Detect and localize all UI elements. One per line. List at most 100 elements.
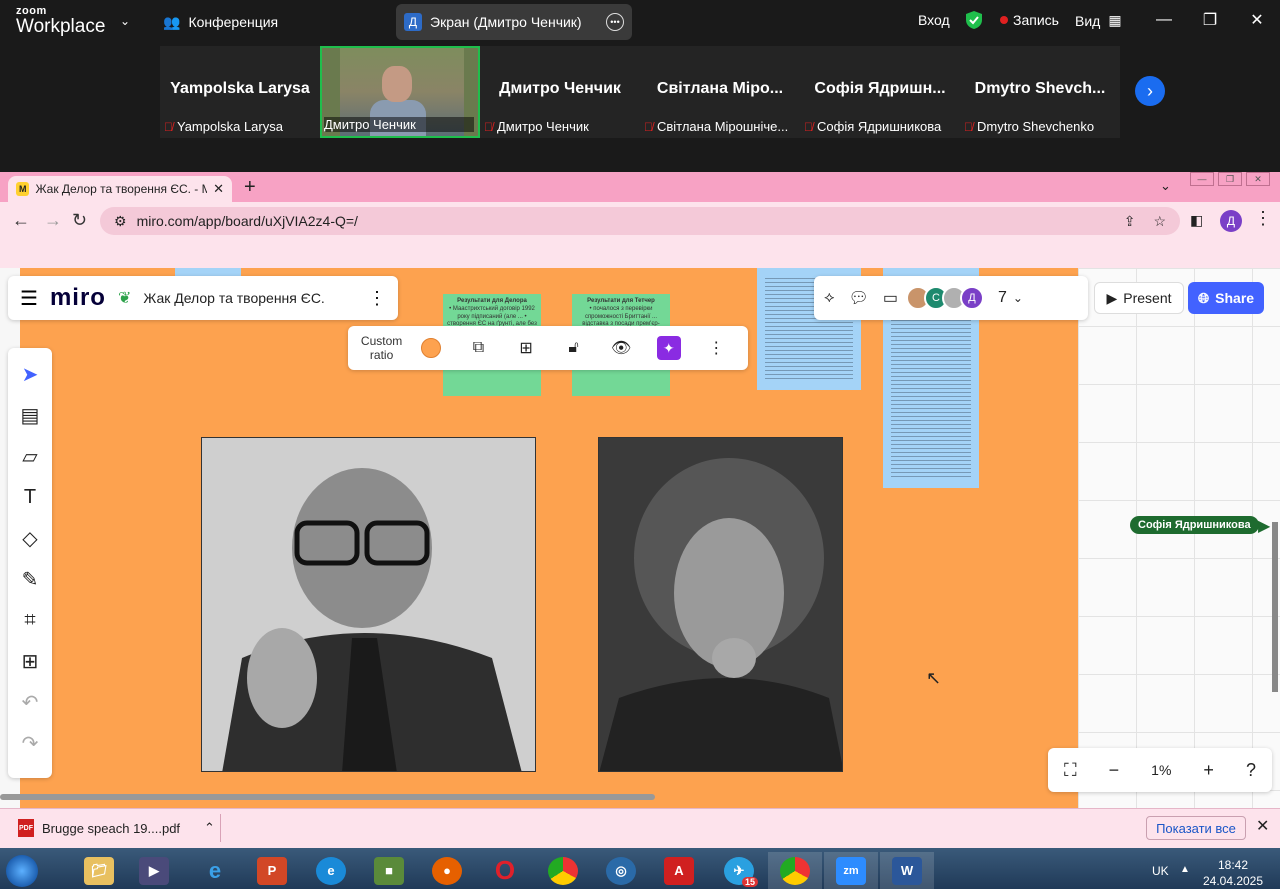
frame-template-icon[interactable]: ⊞: [502, 326, 550, 370]
next-page-arrow-icon[interactable]: ›: [1135, 76, 1165, 106]
screen-share-indicator[interactable]: Д Экран (Дмитро Ченчик) •••: [396, 4, 632, 40]
zoom-out-icon[interactable]: −: [1109, 760, 1120, 781]
chevron-up-icon[interactable]: ⌃: [204, 820, 215, 836]
select-cursor-icon[interactable]: ➤: [8, 354, 52, 395]
miro-canvas[interactable]: Результати для Делора • Маастрихтський д…: [0, 268, 1280, 808]
acrobat-reader-icon[interactable]: A: [652, 852, 706, 889]
zoom-level[interactable]: 1%: [1151, 762, 1171, 778]
chat-icon[interactable]: 💬︎: [849, 288, 869, 308]
play-icon: ▶: [1106, 289, 1118, 306]
add-more-icon[interactable]: ⊞: [8, 641, 52, 682]
powerpoint-icon[interactable]: P: [245, 852, 299, 889]
photo-margaret-thatcher[interactable]: [598, 437, 843, 772]
vertical-scrollbar[interactable]: [1272, 522, 1278, 692]
chevron-down-icon[interactable]: ⌄: [1013, 291, 1023, 305]
frame-tool-icon[interactable]: ⌗: [8, 600, 52, 641]
redo-icon[interactable]: ↷: [8, 723, 52, 764]
start-button[interactable]: [2, 852, 42, 889]
more-options-icon[interactable]: ⋮: [692, 326, 740, 370]
new-tab-icon[interactable]: +: [244, 176, 256, 199]
presentation-icon[interactable]: ⧉: [455, 326, 503, 370]
video-call-icon[interactable]: ▭: [883, 288, 898, 308]
browser-close-icon[interactable]: ✕: [1246, 172, 1270, 186]
board-menu-icon[interactable]: ⋮: [368, 288, 386, 309]
download-item[interactable]: PDF Brugge speach 19....pdf ⌃: [18, 816, 215, 840]
system-clock[interactable]: 18:42 24.04.2025: [1200, 858, 1266, 889]
close-icon[interactable]: ✕: [1256, 816, 1269, 836]
collaborator-avatars[interactable]: С Д: [906, 286, 985, 310]
visibility-eye-icon[interactable]: 👁︎: [597, 326, 645, 370]
participant-tile-active[interactable]: Дмитро Ченчик: [320, 46, 480, 138]
unlock-icon[interactable]: 🔓︎: [550, 326, 598, 370]
chrome-profile-icon[interactable]: [768, 852, 822, 889]
shapes-icon[interactable]: ◇: [8, 518, 52, 559]
reload-icon[interactable]: ↻: [72, 210, 87, 231]
sticky-note[interactable]: [175, 268, 241, 276]
language-indicator[interactable]: UK: [1152, 864, 1169, 878]
media-player-icon[interactable]: ▶: [127, 852, 181, 889]
back-arrow-icon[interactable]: ←: [12, 210, 30, 231]
aspect-ratio-button[interactable]: Custom ratio: [356, 326, 407, 370]
app-icon[interactable]: ◎: [594, 852, 648, 889]
telegram-icon[interactable]: ✈ 15: [712, 852, 766, 889]
restore-icon[interactable]: ❐: [1198, 8, 1222, 32]
zoom-in-icon[interactable]: +: [1203, 760, 1214, 781]
horizontal-scrollbar[interactable]: [0, 794, 655, 800]
fill-color-button[interactable]: [407, 326, 455, 370]
photo-jacques-delors[interactable]: [201, 437, 536, 772]
browser-menu-icon[interactable]: ⋮: [1254, 208, 1272, 229]
chevron-down-icon[interactable]: ⌄: [120, 14, 130, 28]
view-button[interactable]: Вид ▦: [1075, 12, 1122, 29]
present-button[interactable]: ▶ Present: [1094, 282, 1184, 314]
internet-explorer-icon[interactable]: e: [188, 852, 242, 889]
help-icon[interactable]: ?: [1246, 760, 1256, 781]
site-info-icon[interactable]: ⚙: [114, 213, 127, 230]
templates-icon[interactable]: ▤: [8, 395, 52, 436]
minecraft-icon[interactable]: ■: [362, 852, 416, 889]
close-icon[interactable]: ✕: [1245, 8, 1269, 32]
share-button[interactable]: 🌐︎ Share: [1188, 282, 1264, 314]
show-all-downloads-button[interactable]: Показати все: [1146, 816, 1246, 840]
portrait-image: [599, 438, 842, 771]
more-options-icon[interactable]: •••: [606, 13, 624, 31]
tray-expand-icon[interactable]: ▲: [1180, 864, 1190, 875]
tab-close-icon[interactable]: ✕: [213, 181, 224, 197]
participant-tile[interactable]: Світлана Міро... 🎙̸ Світлана Мірошніче...: [640, 46, 800, 138]
hamburger-menu-icon[interactable]: ☰: [20, 286, 38, 311]
forward-arrow-icon[interactable]: →: [44, 210, 62, 231]
ai-assist-button[interactable]: ✦: [645, 326, 693, 370]
firefox-icon[interactable]: ●: [420, 852, 474, 889]
board-title[interactable]: Жак Делор та творення ЄС.: [143, 290, 324, 306]
conference-menu[interactable]: 👥 Конференция: [163, 12, 278, 32]
participant-tile[interactable]: Yampolska Larysa 🎙̸ Yampolska Larysa: [160, 46, 320, 138]
participant-tile[interactable]: Dmytro Shevch... 🎙̸ Dmytro Shevchenko: [960, 46, 1120, 138]
browser-restore-icon[interactable]: ❐: [1218, 172, 1242, 186]
file-explorer-icon[interactable]: 📁︎: [72, 852, 126, 889]
login-button[interactable]: Вход: [918, 12, 950, 28]
word-icon[interactable]: W: [880, 852, 934, 889]
text-tool-icon[interactable]: T: [8, 477, 52, 518]
browser-tab-active[interactable]: M Жак Делор та творення ЄС. - Mi ✕: [8, 176, 232, 202]
frame-context-toolbar: Custom ratio ⧉ ⊞ 🔓︎ 👁︎ ✦ ⋮: [348, 326, 748, 370]
participant-tile[interactable]: Дмитро Ченчик 🎙̸ Дмитро Ченчик: [480, 46, 640, 138]
opera-icon[interactable]: O: [478, 852, 532, 889]
participants-count[interactable]: 7: [998, 289, 1007, 307]
side-panel-icon[interactable]: ◧: [1190, 212, 1203, 229]
zoom-app-icon[interactable]: zm: [824, 852, 878, 889]
reactions-icon[interactable]: ⟡: [824, 289, 835, 307]
profile-avatar[interactable]: Д: [1220, 210, 1242, 232]
browser-minimize-icon[interactable]: —: [1190, 172, 1214, 186]
share-page-icon[interactable]: ⇪: [1124, 213, 1136, 230]
record-button[interactable]: Запись: [1000, 12, 1059, 28]
undo-icon[interactable]: ↶: [8, 682, 52, 723]
minimize-icon[interactable]: —: [1152, 8, 1176, 32]
sticky-note-icon[interactable]: ▱: [8, 436, 52, 477]
chrome-icon[interactable]: [536, 852, 590, 889]
participant-tile[interactable]: Софія Ядришн... 🎙̸ Софія Ядришникова: [800, 46, 960, 138]
bookmark-star-icon[interactable]: ☆: [1153, 213, 1166, 230]
pen-icon[interactable]: ✎: [8, 559, 52, 600]
address-bar[interactable]: ⚙ miro.com/app/board/uXjVIA2z4-Q=/ ⇪ ☆: [100, 207, 1180, 235]
fit-to-screen-icon[interactable]: ⛶: [1064, 760, 1077, 781]
edge-browser-icon[interactable]: e: [304, 852, 358, 889]
tab-search-chevron-icon[interactable]: ⌄: [1160, 178, 1171, 194]
